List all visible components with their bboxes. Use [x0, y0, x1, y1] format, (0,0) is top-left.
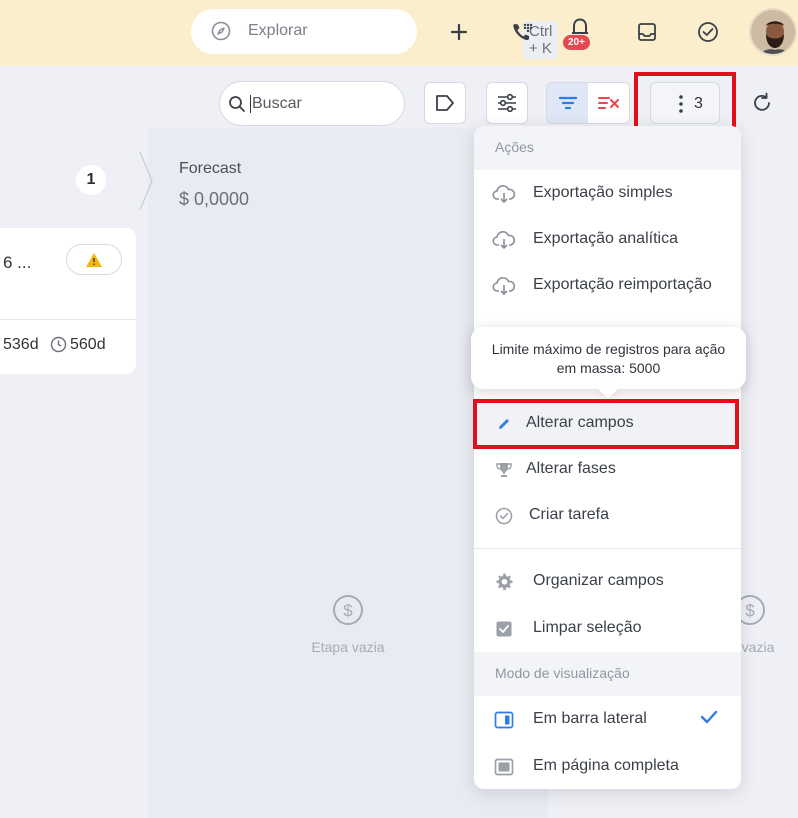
warning-icon	[86, 252, 102, 267]
clear-filter-icon	[597, 97, 619, 109]
highlight-change-fields	[473, 399, 739, 449]
forecast-value: $ 0,0000	[179, 189, 250, 209]
days-total: 560d	[70, 336, 106, 353]
menu-item-label: Exportação reimportação	[533, 276, 712, 293]
filter-icon	[558, 96, 577, 110]
days-in-stage: 536d	[3, 336, 39, 353]
menu-item-sidebar-view[interactable]: Em barra lateral	[474, 697, 741, 743]
cloud-download-icon	[492, 275, 516, 297]
tag-icon	[436, 95, 454, 111]
avatar[interactable]	[749, 8, 797, 56]
actions-menu: Ações Exportação simples Exportação anal…	[474, 126, 741, 789]
clear-filter-button[interactable]	[588, 83, 629, 123]
settings-sliders-button[interactable]	[486, 82, 528, 124]
cloud-download-icon	[492, 183, 516, 205]
task-check-icon[interactable]	[694, 18, 722, 46]
filter-group	[546, 82, 630, 124]
deal-card[interactable]: 6 ... 536d 560d	[0, 228, 136, 374]
menu-item-simple-export[interactable]: Exportação simples	[474, 171, 741, 217]
compass-icon	[211, 21, 231, 46]
filter-button[interactable]	[547, 83, 588, 123]
phone-icon[interactable]	[508, 18, 536, 46]
menu-item-label: Alterar fases	[526, 460, 616, 477]
search-placeholder: Buscar	[250, 95, 302, 113]
empty-stage: $ Etapa vazia	[298, 594, 398, 655]
explore-search[interactable]: Explorar Ctrl + K	[191, 9, 559, 59]
menu-item-change-phases[interactable]: Alterar fases	[474, 447, 741, 493]
sliders-icon	[498, 93, 516, 113]
clock-icon	[50, 336, 67, 358]
menu-item-create-task[interactable]: Criar tarefa	[474, 493, 741, 539]
inbox-icon[interactable]	[633, 18, 661, 46]
highlight-more-button	[634, 72, 736, 134]
notification-badge: 20+	[563, 35, 590, 50]
top-bar: Explorar Ctrl + K 20+	[0, 0, 798, 66]
menu-item-label: Exportação analítica	[533, 230, 678, 247]
gear-icon	[492, 571, 516, 593]
section-actions-label: Ações	[495, 139, 534, 155]
svg-text:$: $	[745, 601, 755, 620]
menu-item-analytic-export[interactable]: Exportação analítica	[474, 217, 741, 263]
menu-item-reimport-export[interactable]: Exportação reimportação	[474, 263, 741, 309]
checkbox-icon	[492, 618, 516, 640]
menu-item-label: Organizar campos	[533, 572, 664, 589]
trophy-icon	[492, 459, 516, 481]
search-input[interactable]: Buscar	[219, 81, 405, 126]
tag-button[interactable]	[424, 82, 466, 124]
empty-stage-label: Etapa vazia	[311, 639, 385, 655]
check-circle-icon	[492, 505, 516, 527]
bulk-limit-tooltip: Limite máximo de registros para ação em …	[471, 327, 746, 389]
menu-item-clear-selection[interactable]: Limpar seleção	[474, 606, 741, 652]
menu-item-fullpage-view[interactable]: Em página completa	[474, 744, 741, 789]
search-icon	[228, 95, 246, 118]
chevron-right-icon	[138, 150, 154, 217]
dollar-icon: $	[333, 595, 363, 625]
svg-text:$: $	[343, 601, 353, 620]
forecast-label: Forecast	[179, 160, 242, 177]
menu-item-label: Criar tarefa	[529, 506, 610, 523]
refresh-icon[interactable]	[751, 92, 773, 119]
section-view-label: Modo de visualização	[495, 665, 630, 681]
card-title: 6 ...	[3, 253, 32, 272]
menu-item-organize-fields[interactable]: Organizar campos	[474, 559, 741, 605]
menu-item-label: Limpar seleção	[533, 619, 642, 636]
explore-label: Explorar	[248, 22, 308, 39]
plus-icon[interactable]	[445, 18, 473, 46]
section-actions: Ações	[474, 126, 741, 170]
sidebar-icon	[492, 709, 516, 731]
card-divider	[0, 319, 136, 320]
menu-item-label: Exportação simples	[533, 184, 673, 201]
fullpage-icon	[492, 756, 516, 778]
menu-divider	[474, 548, 741, 549]
warning-badge[interactable]	[66, 244, 122, 275]
menu-item-label: Em barra lateral	[533, 710, 647, 727]
selected-check-icon	[700, 709, 718, 730]
section-view-mode: Modo de visualização	[474, 652, 741, 696]
menu-item-label: Em página completa	[533, 757, 679, 774]
stage-count-badge: 1	[76, 165, 106, 195]
cloud-download-icon	[492, 229, 516, 251]
